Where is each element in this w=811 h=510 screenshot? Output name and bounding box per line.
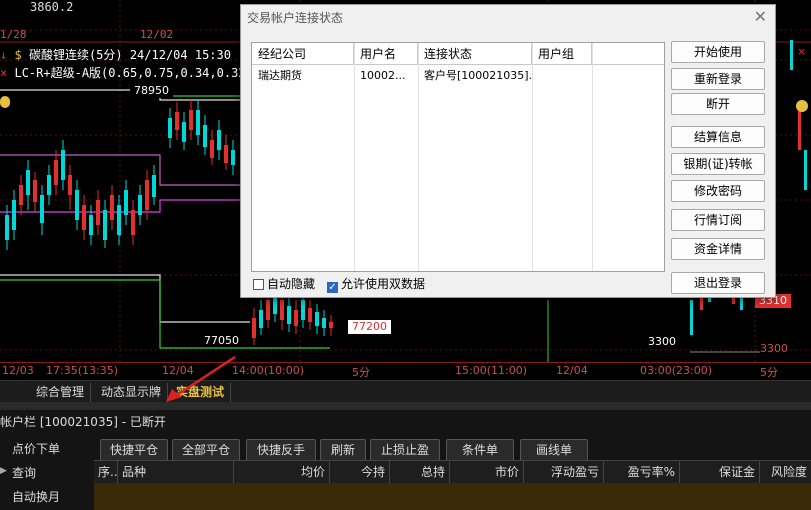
quick-reverse-button[interactable]: 快捷反手 [246,439,316,461]
level-low-label: 77050 [204,334,239,347]
quote-subscribe-button[interactable]: 行情订阅 [671,209,765,231]
smiley-icon [0,96,10,108]
col-index[interactable]: 序.. [94,461,118,483]
close-x-icon-right[interactable]: × [797,45,806,58]
dual-data-checkbox[interactable]: ✓ 允许使用双数据 [327,277,425,293]
red-arrow-annotation [166,355,236,402]
col-broker[interactable]: 经纪公司 [252,43,354,65]
bottom-tab-bar: 综合管理 动态显示牌 实盘测试 [0,380,811,403]
line-order-button[interactable]: 画线单 [520,439,588,461]
bank-transfer-button[interactable]: 银期(证)转帐 [671,153,765,175]
tab-overview[interactable]: 综合管理 [30,383,92,402]
nav-item-point-order[interactable]: 点价下单 [12,438,60,460]
dollar-icon: $ [14,48,22,62]
time-label: 14:00(10:00) [232,364,304,377]
date-mid-label: 12/02 [140,28,174,41]
relogin-button[interactable]: 重新登录 [671,68,765,90]
logout-button[interactable]: 退出登录 [671,272,765,294]
nav-item-auto-rollover[interactable]: 自动换月 [12,486,60,508]
chevron-right-icon: ▶ [0,466,7,476]
time-axis: 12/03 17:35(13:35) 12/04 14:00(10:00) 5分… [0,362,811,379]
left-nav: 点价下单 ▶ 查询 自动换月 [0,434,94,510]
col-margin[interactable]: 保证金 [680,461,760,483]
indicator-text: LC-R+超级-A版(0.65,0.75,0.34,0.32 [14,66,240,80]
right-price-label: 3300 [648,335,676,348]
quick-close-button[interactable]: 快捷平仓 [100,439,168,461]
col-total-hold[interactable]: 总持 [390,461,450,483]
arrow-icon: ↓ [0,48,8,62]
position-toolbar: 快捷平仓 全部平仓 快捷反手 刷新 止损止盈 条件单 画线单 [94,434,811,461]
symbol-line: ↓ $ 碳酸锂连续(5分) 24/12/04 15:30 [0,46,240,62]
disconnect-button[interactable]: 断开 [671,93,765,115]
time-label: 12/03 [2,364,34,377]
cell-group [532,66,592,86]
col-symbol[interactable]: 品种 [118,461,234,483]
col-avg-price[interactable]: 均价 [234,461,330,483]
col-conn-status[interactable]: 连接状态 [418,43,532,65]
refresh-button[interactable]: 刷新 [320,439,366,461]
smiley-icon-right [796,100,808,112]
col-user-group[interactable]: 用户组 [532,43,592,65]
current-price-tag: 77200 [348,320,391,334]
time-label: 17:35(13:35) [46,364,118,377]
dialog-title: 交易帐户连接状态 [247,11,344,25]
price-top-label: 3860.2 [30,0,74,14]
conditional-order-button[interactable]: 条件单 [446,439,514,461]
time-label: 15:00(11:00) [455,364,527,377]
tab-dynamic-board[interactable]: 动态显示牌 [95,383,169,402]
col-risk[interactable]: 风险度 [760,461,811,483]
splitter[interactable] [0,402,811,410]
time-label: 03:00(23:00) [640,364,712,377]
positions-table-header: 序.. 品种 均价 今持 总持 市价 浮动盈亏 盈亏率% 保证金 风险度 [94,460,811,484]
col-market-price[interactable]: 市价 [450,461,524,483]
indicator-line: × LC-R+超级-A版(0.65,0.75,0.34,0.32 [0,64,240,80]
time-label: 5分 [352,366,370,379]
time-label: 5分 [760,366,778,379]
date-left-label: 1/28 [0,28,27,41]
dual-data-label: 允许使用双数据 [341,277,426,291]
account-connection-dialog: 交易帐户连接状态 ✕ 经纪公司 用户名 连接状态 用户组 瑞达期货 10002.… [240,4,776,298]
close-x-icon[interactable]: × [0,66,7,80]
cell-broker: 瑞达期货 [258,69,302,82]
column-divider [592,43,593,271]
col-pnl-rate[interactable]: 盈亏率% [604,461,680,483]
checkbox-box[interactable] [253,279,264,290]
close-all-button[interactable]: 全部平仓 [172,439,240,461]
time-label: 12/04 [556,364,588,377]
col-empty [592,43,664,65]
symbol-text: 碳酸锂连续(5分) 24/12/04 15:30 [28,48,231,62]
fund-detail-button[interactable]: 资金详情 [671,238,765,260]
positions-table-body[interactable] [94,483,811,510]
cell-username: 10002... [360,69,406,82]
connection-table: 经纪公司 用户名 连接状态 用户组 瑞达期货 10002... 客户号[1000… [251,42,665,272]
auto-hide-checkbox[interactable]: 自动隐藏 [253,277,315,291]
change-password-button[interactable]: 修改密码 [671,180,765,202]
cell-status: 客户号[100021035]... [424,69,532,82]
settlement-info-button[interactable]: 结算信息 [671,126,765,148]
col-today-hold[interactable]: 今持 [330,461,390,483]
right-axis-price: 3300 [760,342,788,355]
close-icon[interactable]: ✕ [754,7,767,26]
account-status-bar: 帐户栏 [100021035] - 已断开 [0,410,811,434]
col-float-pnl[interactable]: 浮动盈亏 [524,461,604,483]
level-high-label: 78950 [130,84,173,98]
start-use-button[interactable]: 开始使用 [671,41,765,63]
stop-loss-button[interactable]: 止损止盈 [370,439,440,461]
auto-hide-label: 自动隐藏 [267,277,316,291]
col-username[interactable]: 用户名 [354,43,418,65]
nav-item-query[interactable]: 查询 [12,462,36,484]
check-icon[interactable]: ✓ [327,282,338,293]
